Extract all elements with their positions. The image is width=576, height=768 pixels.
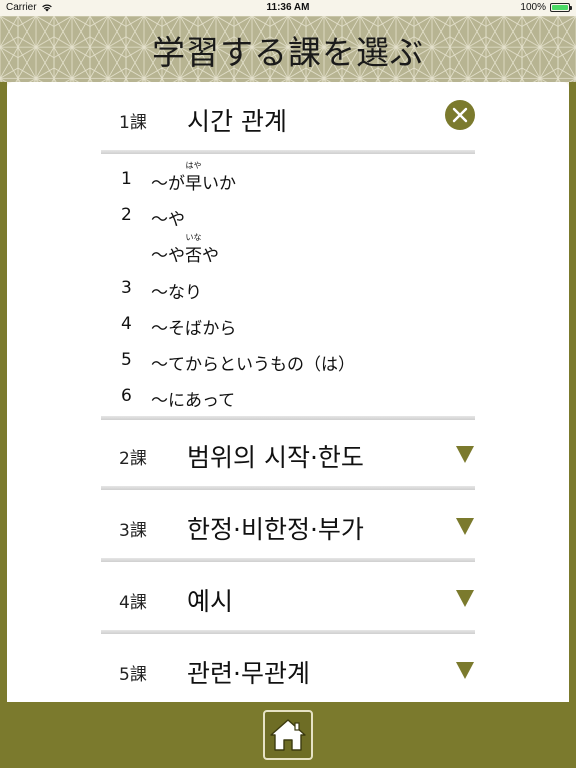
lesson-list-panel: 1課 시간 관계 1 ～が はや早いか 2 ～や ～や いな否や 3 ～なり 4 ～…	[7, 82, 569, 702]
battery-percent: 100%	[520, 2, 546, 13]
sub-item-number: 2	[121, 205, 132, 225]
frame-right	[569, 82, 576, 702]
lesson-row-4[interactable]: 4課 예시	[101, 562, 475, 634]
sub-item-1[interactable]: 1 ～が はや早いか	[101, 161, 461, 194]
sub-item-number: 5	[121, 350, 132, 370]
lesson-title: 범위의 시작·한도	[187, 443, 364, 472]
battery-fill	[552, 5, 568, 10]
sub-item-5[interactable]: 5 ～てからというもの（は）	[101, 344, 461, 375]
grammar-text-tail: や	[202, 246, 219, 266]
sub-item-number: 4	[121, 314, 132, 334]
triangle-down-icon[interactable]	[455, 660, 475, 680]
sub-item-text: ～にあって	[151, 391, 236, 411]
battery-icon	[550, 3, 572, 12]
lesson-row-5[interactable]: 5課 관련·무관계	[101, 634, 475, 702]
lesson-number: 4課	[119, 593, 147, 613]
furigana: はや	[185, 161, 202, 170]
sub-item-text: ～が はや早いか	[151, 161, 236, 194]
sub-item-text: ～てからというもの（は）	[151, 355, 355, 375]
home-button[interactable]	[263, 710, 313, 760]
sub-item-2b[interactable]: ～や いな否や	[101, 233, 461, 266]
kanji: 否	[185, 246, 202, 266]
sub-item-number: 3	[121, 278, 132, 298]
lesson-row-3[interactable]: 3課 한정·비한정·부가	[101, 490, 475, 562]
grammar-text: ～が	[151, 174, 185, 194]
sub-item-text: ～そばから	[151, 319, 237, 339]
sub-item-text: ～なり	[151, 283, 202, 303]
grammar-text: ～や	[151, 246, 185, 266]
collapse-button[interactable]	[445, 100, 475, 130]
row-divider	[101, 150, 475, 154]
status-time: 11:36 AM	[266, 2, 310, 13]
page-title: 学習する課を選ぶ	[152, 33, 424, 72]
lesson-number: 5課	[119, 665, 147, 685]
ruby-word: はや早	[185, 161, 202, 194]
grammar-text-tail: いか	[202, 174, 236, 194]
kanji: 早	[185, 174, 202, 194]
lesson-title: 관련·무관계	[187, 659, 310, 688]
lesson-number: 2課	[119, 449, 147, 469]
triangle-down-icon[interactable]	[455, 516, 475, 536]
status-bar: Carrier 11:36 AM 100%	[0, 0, 576, 16]
sub-item-number: 6	[121, 386, 132, 406]
status-right: 100%	[520, 2, 572, 13]
sub-item-2[interactable]: 2 ～や	[101, 199, 461, 230]
triangle-down-icon[interactable]	[455, 588, 475, 608]
sub-item-6[interactable]: 6 ～にあって	[101, 380, 461, 411]
sub-item-number: 1	[121, 169, 132, 189]
header: 学習する課を選ぶ	[0, 16, 576, 82]
lesson-row-1[interactable]: 1課 시간 관계	[101, 82, 475, 154]
triangle-down-icon[interactable]	[455, 444, 475, 464]
lesson-number: 1課	[119, 113, 147, 133]
sub-item-text: ～や いな否や	[151, 233, 219, 266]
lesson-number: 3課	[119, 521, 147, 541]
ruby-word: いな否	[185, 233, 202, 266]
lesson-title: 시간 관계	[187, 107, 287, 136]
home-icon	[270, 719, 306, 751]
lesson-row-2[interactable]: 2課 범위의 시작·한도	[101, 418, 475, 490]
bottom-bar	[0, 702, 576, 768]
sub-item-3[interactable]: 3 ～なり	[101, 272, 461, 303]
lesson-title: 한정·비한정·부가	[187, 515, 364, 544]
furigana: いな	[185, 233, 202, 242]
close-icon	[452, 107, 468, 123]
sub-item-text: ～や	[151, 210, 185, 230]
lesson-title: 예시	[187, 587, 234, 616]
sub-item-4[interactable]: 4 ～そばから	[101, 308, 461, 339]
frame-left	[0, 82, 7, 702]
